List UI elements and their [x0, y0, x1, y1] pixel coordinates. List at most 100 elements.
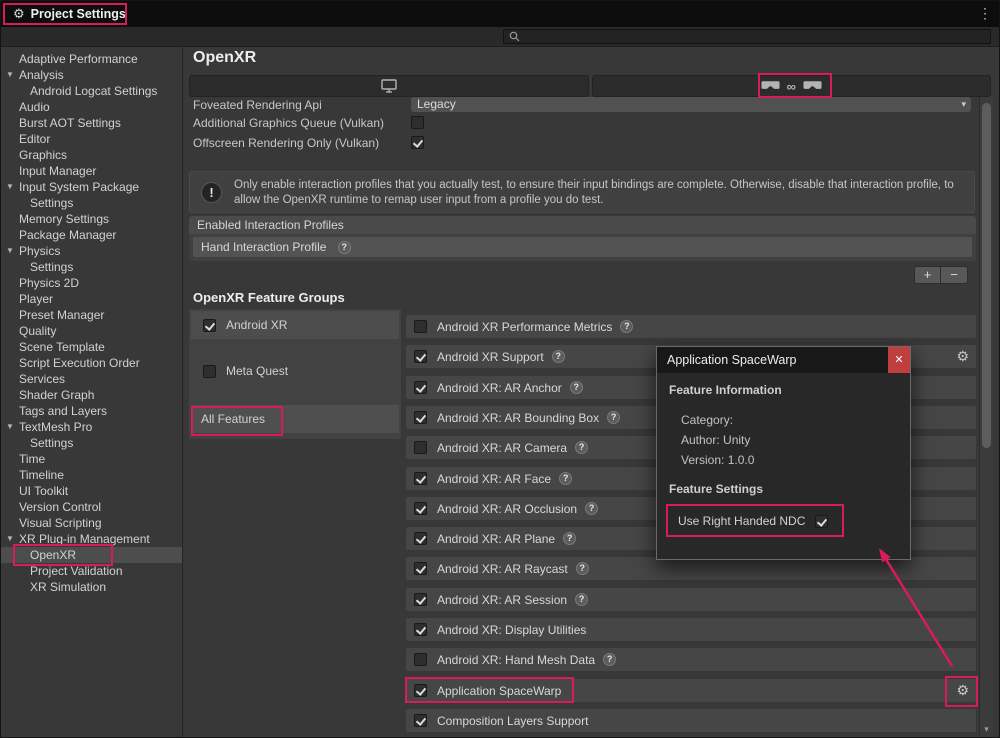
setting-checkbox-offscreen-rendering-only-vulkan[interactable] [411, 136, 424, 149]
sidebar-item-physics-2d[interactable]: Physics 2D [1, 275, 182, 291]
feature-group-checkbox[interactable] [203, 319, 216, 332]
foldout-arrow-icon[interactable]: ▼ [6, 67, 14, 83]
help-icon[interactable]: ? [576, 562, 589, 575]
sidebar-item-shader-graph[interactable]: Shader Graph [1, 387, 182, 403]
sidebar-item-xr-plug-in-management[interactable]: ▼XR Plug-in Management [1, 531, 182, 547]
foldout-arrow-icon[interactable]: ▼ [6, 419, 14, 435]
help-icon[interactable]: ? [620, 320, 633, 333]
sidebar-item-settings[interactable]: Settings [1, 195, 182, 211]
feature-checkbox[interactable] [414, 411, 427, 424]
setting-label: Use Right Handed NDC [678, 514, 805, 528]
feature-group-meta-quest[interactable]: Meta Quest [191, 357, 399, 385]
sidebar-item-label: XR Simulation [1, 579, 106, 595]
feature-row-composition-layers-support[interactable]: Composition Layers Support [406, 709, 976, 732]
sidebar-item-quality[interactable]: Quality [1, 323, 182, 339]
help-icon[interactable]: ? [559, 472, 572, 485]
sidebar-item-project-validation[interactable]: Project Validation [1, 563, 182, 579]
sidebar-item-tags-and-layers[interactable]: Tags and Layers [1, 403, 182, 419]
sidebar-item-timeline[interactable]: Timeline [1, 467, 182, 483]
feature-row-application-spacewarp[interactable]: Application SpaceWarp⚙ [406, 679, 976, 702]
feature-group-checkbox[interactable] [203, 365, 216, 378]
feature-checkbox[interactable] [414, 653, 427, 666]
remove-profile-button[interactable]: − [941, 266, 968, 284]
sidebar-item-input-manager[interactable]: Input Manager [1, 163, 182, 179]
close-icon[interactable]: ✕ [888, 347, 910, 373]
feature-row-android-xr-display-utilities[interactable]: Android XR: Display Utilities [406, 618, 976, 641]
sidebar-item-xr-simulation[interactable]: XR Simulation [1, 579, 182, 595]
tab-android-xr-platform[interactable]: ∞ [592, 75, 992, 97]
platform-tabs: ∞ [189, 75, 991, 97]
help-icon[interactable]: ? [563, 532, 576, 545]
sidebar-item-memory-settings[interactable]: Memory Settings [1, 211, 182, 227]
feature-checkbox[interactable] [414, 593, 427, 606]
foldout-arrow-icon[interactable]: ▼ [6, 531, 14, 547]
help-icon[interactable]: ? [575, 441, 588, 454]
foveated-rendering-dropdown[interactable]: Legacy ▾ [411, 97, 971, 112]
feature-row-android-xr-ar-session[interactable]: Android XR: AR Session? [406, 588, 976, 611]
feature-label: Android XR: AR Camera [437, 441, 567, 455]
sidebar-item-version-control[interactable]: Version Control [1, 499, 182, 515]
help-icon[interactable]: ? [552, 350, 565, 363]
sidebar-item-audio[interactable]: Audio [1, 99, 182, 115]
sidebar-item-physics[interactable]: ▼Physics [1, 243, 182, 259]
help-icon[interactable]: ? [338, 241, 351, 254]
sidebar-item-player[interactable]: Player [1, 291, 182, 307]
sidebar-item-visual-scripting[interactable]: Visual Scripting [1, 515, 182, 531]
add-profile-button[interactable]: + [914, 266, 941, 284]
sidebar-item-settings[interactable]: Settings [1, 435, 182, 451]
help-icon[interactable]: ? [603, 653, 616, 666]
feature-checkbox[interactable] [414, 502, 427, 515]
feature-checkbox[interactable] [414, 562, 427, 575]
sidebar-item-editor[interactable]: Editor [1, 131, 182, 147]
feature-checkbox[interactable] [414, 441, 427, 454]
interaction-profile-row[interactable]: Hand Interaction Profile ? [193, 237, 972, 257]
setting-checkbox-additional-graphics-queue-vulkan[interactable] [411, 116, 424, 129]
feature-checkbox[interactable] [414, 684, 427, 697]
feature-checkbox[interactable] [414, 381, 427, 394]
feature-checkbox[interactable] [414, 714, 427, 727]
sidebar-item-preset-manager[interactable]: Preset Manager [1, 307, 182, 323]
search-input[interactable] [503, 29, 991, 44]
feature-row-android-xr-hand-mesh-data[interactable]: Android XR: Hand Mesh Data? [406, 648, 976, 671]
sidebar-item-textmesh-pro[interactable]: ▼TextMesh Pro [1, 419, 182, 435]
feature-group-android-xr[interactable]: Android XR [191, 311, 399, 339]
feature-checkbox[interactable] [414, 472, 427, 485]
feature-checkbox[interactable] [414, 320, 427, 333]
feature-checkbox[interactable] [414, 350, 427, 363]
use-right-handed-ndc-checkbox[interactable] [815, 515, 828, 528]
sidebar-item-services[interactable]: Services [1, 371, 182, 387]
sidebar-item-analysis[interactable]: ▼Analysis [1, 67, 182, 83]
sidebar-item-adaptive-performance[interactable]: Adaptive Performance [1, 51, 182, 67]
sidebar-item-openxr[interactable]: OpenXR [1, 547, 182, 563]
feature-gear-icon[interactable]: ⚙ [956, 348, 969, 365]
sidebar-item-graphics[interactable]: Graphics [1, 147, 182, 163]
help-icon[interactable]: ? [585, 502, 598, 515]
help-icon[interactable]: ? [575, 593, 588, 606]
foldout-arrow-icon[interactable]: ▼ [6, 243, 14, 259]
sidebar-item-time[interactable]: Time [1, 451, 182, 467]
sidebar-item-script-execution-order[interactable]: Script Execution Order [1, 355, 182, 371]
sidebar-item-settings[interactable]: Settings [1, 259, 182, 275]
sidebar-item-scene-template[interactable]: Scene Template [1, 339, 182, 355]
foldout-arrow-icon[interactable]: ▼ [6, 179, 14, 195]
scrollbar-thumb[interactable] [982, 103, 991, 448]
kebab-menu-icon[interactable]: ⋮ [978, 5, 992, 22]
sidebar-item-package-manager[interactable]: Package Manager [1, 227, 182, 243]
feature-row-android-xr-performance-metrics[interactable]: Android XR Performance Metrics? [406, 315, 976, 338]
tab-desktop-platform[interactable] [189, 75, 589, 97]
all-features-item[interactable]: All Features [191, 405, 399, 433]
vertical-scrollbar[interactable]: ▾ [979, 97, 993, 737]
feature-checkbox[interactable] [414, 623, 427, 636]
sidebar-item-input-system-package[interactable]: ▼Input System Package [1, 179, 182, 195]
feature-gear-icon[interactable]: ⚙ [956, 682, 969, 699]
feature-version: Version: 1.0.0 [681, 453, 754, 467]
sidebar-item-burst-aot-settings[interactable]: Burst AOT Settings [1, 115, 182, 131]
scroll-down-arrow-icon[interactable]: ▾ [980, 723, 993, 735]
feature-row-android-xr-ar-raycast[interactable]: Android XR: AR Raycast? [406, 557, 976, 580]
help-icon[interactable]: ? [570, 381, 583, 394]
sidebar-item-ui-toolkit[interactable]: UI Toolkit [1, 483, 182, 499]
feature-checkbox[interactable] [414, 532, 427, 545]
sidebar-item-android-logcat-settings[interactable]: Android Logcat Settings [1, 83, 182, 99]
window-title-tab[interactable]: ⚙ Project Settings [3, 3, 136, 25]
help-icon[interactable]: ? [607, 411, 620, 424]
